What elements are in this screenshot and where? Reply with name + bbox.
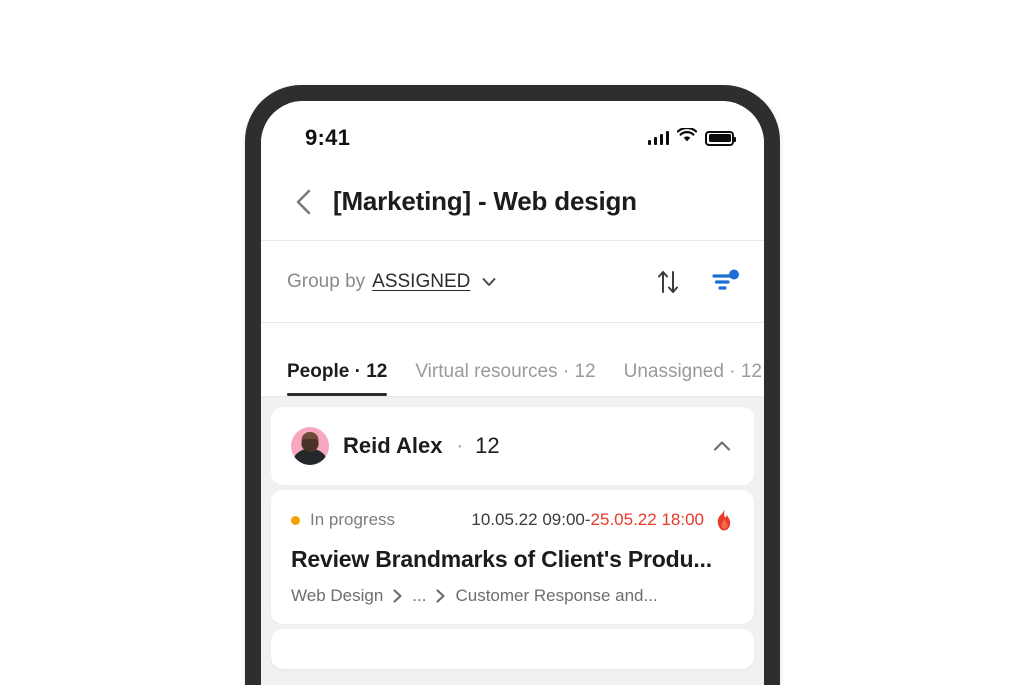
tabs-bar: People · 12 Virtual resources · 12 Unass… xyxy=(261,323,764,397)
fire-icon xyxy=(714,508,734,532)
filter-active-badge xyxy=(729,269,739,279)
chevron-left-icon xyxy=(296,189,311,214)
phone-frame: 9:41 [Marketing] - Web design Group by A… xyxy=(245,85,780,685)
breadcrumb-item-first[interactable]: Web Design xyxy=(291,586,383,606)
battery-full-icon xyxy=(705,130,736,146)
tab-virtual-resources-label: Virtual resources xyxy=(415,361,558,382)
status-bar: 9:41 xyxy=(261,101,764,163)
task-list: Reid Alex · 12 In progress 10.05.22 09:0… xyxy=(261,397,764,669)
groupby-value[interactable]: ASSIGNED xyxy=(372,271,470,293)
chevron-right-icon xyxy=(391,588,404,604)
phone-screen: 9:41 [Marketing] - Web design Group by A… xyxy=(261,101,764,685)
task-dates: 10.05.22 09:00 - 25.05.22 18:00 xyxy=(471,508,734,532)
cellular-signal-icon xyxy=(647,131,669,145)
status-icons xyxy=(647,126,736,148)
user-avatar xyxy=(291,427,329,465)
tab-unassigned-label: Unassigned xyxy=(623,361,724,382)
filter-button[interactable] xyxy=(710,269,740,295)
tab-people-label: People xyxy=(287,361,350,382)
status-dot-icon xyxy=(291,515,300,525)
tab-unassigned-count: 12 xyxy=(740,361,762,382)
filter-icon xyxy=(712,269,739,290)
task-meta: In progress 10.05.22 09:00 - 25.05.22 18… xyxy=(291,508,734,532)
task-card[interactable]: In progress 10.05.22 09:00 - 25.05.22 18… xyxy=(271,490,754,624)
task-card-next[interactable] xyxy=(271,629,754,669)
tab-people-count: 12 xyxy=(366,361,388,382)
breadcrumb-item-last[interactable]: Customer Response and... xyxy=(455,586,657,606)
task-status: In progress xyxy=(310,510,396,529)
group-separator: · xyxy=(456,434,464,457)
status-time: 9:41 xyxy=(305,125,351,150)
task-date-end: 25.05.22 18:00 xyxy=(590,510,704,529)
group-header-reid-alex[interactable]: Reid Alex · 12 xyxy=(271,407,754,485)
wifi-icon xyxy=(676,126,698,148)
group-person-name: Reid Alex xyxy=(343,433,443,458)
back-button[interactable] xyxy=(287,185,321,219)
groupby-bar: Group by ASSIGNED xyxy=(261,241,764,323)
sort-button[interactable] xyxy=(656,269,680,295)
breadcrumb-item-middle[interactable]: ... xyxy=(412,586,426,606)
page-title: [Marketing] - Web design xyxy=(333,186,637,216)
groupby-actions xyxy=(656,269,740,295)
nav-bar: [Marketing] - Web design xyxy=(261,163,764,241)
tab-unassigned[interactable]: Unassigned · 12 xyxy=(624,361,762,396)
chevron-up-icon[interactable] xyxy=(710,436,734,456)
groupby-label: Group by xyxy=(287,270,366,292)
sort-arrows-icon xyxy=(658,270,678,293)
group-task-count: 12 xyxy=(475,433,500,458)
chevron-right-icon xyxy=(434,588,447,604)
task-breadcrumb: Web Design ... Customer Response and... xyxy=(291,586,734,606)
tab-virtual-resources[interactable]: Virtual resources · 12 xyxy=(415,361,595,396)
tab-virtual-resources-count: 12 xyxy=(574,361,596,382)
groupby-control[interactable]: Group by ASSIGNED xyxy=(287,271,498,293)
tab-people[interactable]: People · 12 xyxy=(287,361,388,396)
task-title: Review Brandmarks of Client's Produ... xyxy=(291,546,712,572)
task-date-start: 10.05.22 09:00 xyxy=(471,510,585,529)
chevron-down-icon[interactable] xyxy=(480,273,498,291)
